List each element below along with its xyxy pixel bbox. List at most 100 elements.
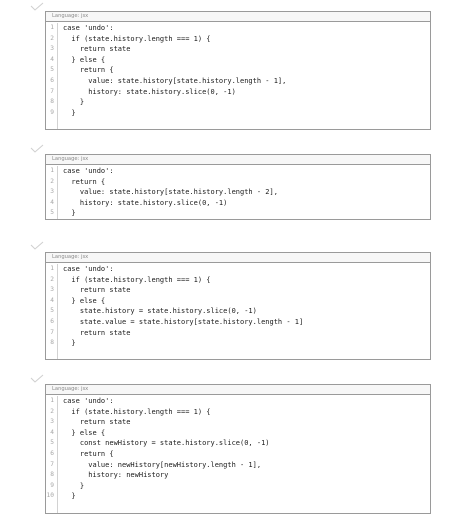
line-number: 8 [46,470,58,481]
language-label: Language: jsx [46,12,430,22]
code-block: Language: jsx 1 case 'undo': 2 if (state.h… [45,11,431,130]
line-number: 6 [46,316,58,328]
code-text: } [63,481,85,490]
code-line: 8 } [46,97,430,108]
code-text: case 'undo': [63,24,114,32]
language-label: Language: jsx [46,155,430,165]
code-body[interactable]: 1 case 'undo': 2 return {3 value: state.hi… [46,165,430,219]
line-number: 2 [46,176,58,188]
line-number: 8 [46,97,58,108]
code-body[interactable]: 1 case 'undo': 2 if (state.history.length … [46,263,430,360]
line-number: 6 [46,448,58,460]
code-line: 1 case 'undo': [46,264,430,275]
line-number: 1 [46,264,58,275]
code-text: history: state.history.slice(0, -1) [63,198,228,207]
code-text: history: newHistory [63,471,169,480]
code-text: return { [63,66,114,75]
code-text: state.history = state.history.slice(0, -… [63,307,257,316]
line-number: 9 [46,107,58,119]
line-number: 5 [46,306,58,317]
code-text: return state [63,418,131,427]
checkmark-icon [30,374,44,383]
code-line: 9 } [46,480,430,492]
code-line [46,118,430,129]
code-line: 8 history: newHistory [46,470,430,481]
line-number: 4 [46,427,58,439]
code-line: 9 } [46,107,430,119]
code-line: 1 case 'undo': [46,23,430,34]
code-text: return { [63,177,106,186]
line-number: 5 [46,65,58,76]
line-number: 8 [46,338,58,349]
code-text: case 'undo': [63,167,114,175]
code-line: 4 history: state.history.slice(0, -1) [46,197,430,209]
code-line: 6 state.value = state.history[state.hist… [46,316,430,328]
code-line: 4 } else { [46,427,430,439]
line-number [46,118,58,129]
line-number: 4 [46,54,58,66]
code-block: Language: jsx 1 case 'undo': 2 if (state.h… [45,252,431,361]
line-number: 3 [46,187,58,198]
code-text: return state [63,328,131,337]
code-text: if (state.history.length === 1) { [63,34,211,43]
code-line: 5 } [46,208,430,219]
line-number: 3 [46,285,58,296]
line-number [46,348,58,360]
code-line: 3 return state [46,417,430,428]
line-number: 7 [46,459,58,471]
code-body[interactable]: 1 case 'undo': 2 if (state.history.length … [46,395,430,513]
code-block: Language: jsx 1 case 'undo': 2 if (state.h… [45,384,431,514]
code-text: state.value = state.history[state.histor… [63,317,304,326]
code-line: 1 case 'undo': [46,166,430,177]
line-number: 1 [46,23,58,34]
code-text: } [63,108,76,117]
code-text: } else { [63,428,106,437]
line-number: 6 [46,75,58,87]
line-number: 10 [46,491,58,502]
line-number: 2 [46,274,58,286]
code-text: value: state.history[state.history.lengt… [63,76,287,85]
code-line: 2 return { [46,176,430,188]
language-label: Language: jsx [46,253,430,263]
code-line: 2 if (state.history.length === 1) { [46,274,430,286]
line-number: 1 [46,166,58,177]
code-line: 5 return { [46,65,430,76]
code-line: 4 } else { [46,54,430,66]
code-line: 6 return { [46,448,430,460]
code-line: 2 if (state.history.length === 1) { [46,406,430,418]
line-number: 2 [46,406,58,418]
checkmark-icon [30,241,44,250]
code-body[interactable]: 1 case 'undo': 2 if (state.history.length … [46,22,430,129]
line-number: 7 [46,86,58,98]
line-number: 1 [46,396,58,407]
code-text: } else { [63,55,106,64]
line-number: 7 [46,327,58,339]
code-text: value: state.history[state.history.lengt… [63,188,278,197]
code-text: case 'undo': [63,397,114,405]
line-number: 5 [46,208,58,219]
code-line: 7 history: state.history.slice(0, -1) [46,86,430,98]
code-text: return state [63,45,131,54]
language-label: Language: jsx [46,385,430,395]
code-line: 3 value: state.history[state.history.len… [46,187,430,198]
code-line: 8 } [46,338,430,349]
code-text: history: state.history.slice(0, -1) [63,87,236,96]
code-line: 7 return state [46,327,430,339]
code-text: value: newHistory[newHistory.length - 1]… [63,460,262,469]
code-text: const newHistory = state.history.slice(0… [63,439,270,448]
code-text: return state [63,286,131,295]
code-line: 6 value: state.history[state.history.len… [46,75,430,87]
checkmark-icon [30,144,44,153]
code-line: 3 return state [46,44,430,55]
line-number: 9 [46,480,58,492]
line-number: 3 [46,44,58,55]
code-line: 10 } [46,491,430,502]
code-line: 1 case 'undo': [46,396,430,407]
code-text: } [63,339,76,348]
code-text: return { [63,449,114,458]
code-text: } [63,492,76,501]
code-text: case 'undo': [63,265,114,273]
code-line: 2 if (state.history.length === 1) { [46,33,430,45]
